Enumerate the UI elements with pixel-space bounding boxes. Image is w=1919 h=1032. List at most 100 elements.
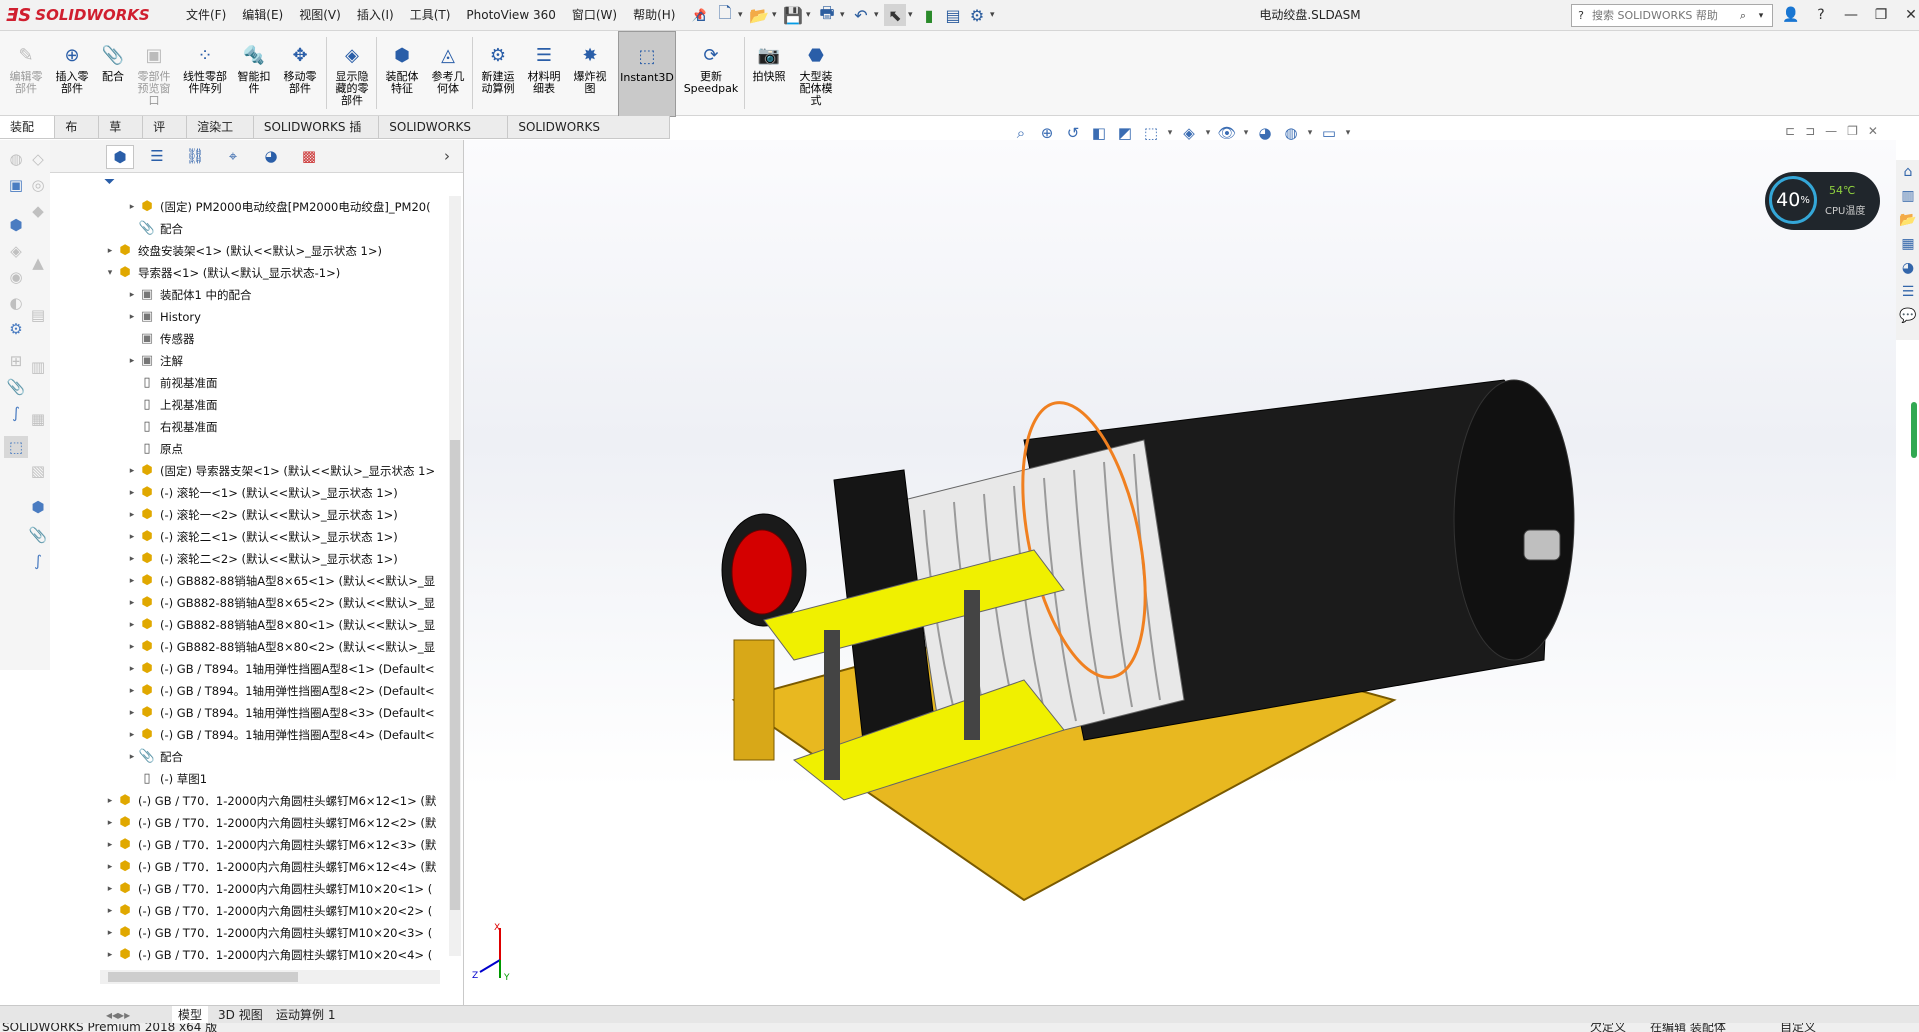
- help-search[interactable]: ? ⌕ ▾: [1571, 4, 1773, 27]
- search-dropdown-icon[interactable]: ▾: [1752, 11, 1770, 21]
- expand-arrow-icon[interactable]: ▸: [104, 834, 116, 856]
- expand-arrow-icon[interactable]: ▸: [126, 680, 138, 702]
- undo-dropdown-icon[interactable]: ▾: [874, 10, 882, 20]
- strip-icon-6[interactable]: ◐: [4, 292, 28, 314]
- options-dropdown-icon[interactable]: ▾: [990, 10, 998, 20]
- strip-icon-7[interactable]: ⚙: [4, 318, 28, 340]
- undo-icon[interactable]: ↶: [850, 4, 872, 26]
- cam-tab-icon[interactable]: ▩: [296, 145, 322, 167]
- view-settings-dropdown-icon[interactable]: ▾: [1344, 122, 1352, 144]
- tree-item[interactable]: ▸ ▣ 装配体1 中的配合: [126, 284, 449, 306]
- restore-button[interactable]: ❐: [1866, 7, 1896, 23]
- select-icon[interactable]: ⬉: [884, 4, 906, 26]
- apply-scene-icon[interactable]: ◍: [1280, 122, 1302, 144]
- expand-arrow-icon[interactable]: ▸: [126, 592, 138, 614]
- tab-scroll-arrows-icon[interactable]: ◂◂▸▸: [100, 1006, 136, 1024]
- expand-arrow-icon[interactable]: ▸: [126, 350, 138, 372]
- menu-tools[interactable]: 工具(T): [402, 0, 459, 30]
- view-orientation-icon[interactable]: ⬚: [1140, 122, 1162, 144]
- print-dropdown-icon[interactable]: ▾: [840, 10, 848, 20]
- tree-item[interactable]: ▸ ⬢ (-) 滚轮一<1> (默认<<默认>_显示状态 1>): [126, 482, 449, 504]
- viewport-split-icon[interactable]: ⊏: [1785, 124, 1795, 138]
- tree-item[interactable]: ▸ ⬢ (-) GB / T70．1-2000内六角圆柱头螺钉M6×12<3> (默: [104, 834, 449, 856]
- feature-tree-tab-icon[interactable]: ⬢: [106, 145, 134, 169]
- strip-icon-14[interactable]: ◆: [26, 200, 50, 222]
- expand-arrow-icon[interactable]: ▸: [126, 724, 138, 746]
- scene-dropdown-icon[interactable]: ▾: [1306, 122, 1314, 144]
- expand-arrow-icon[interactable]: ▸: [126, 460, 138, 482]
- expand-arrow-icon[interactable]: ▸: [104, 922, 116, 944]
- expand-arrow-icon[interactable]: ▸: [126, 702, 138, 724]
- strip-icon-21[interactable]: 📎: [26, 524, 50, 546]
- edit-appearance-icon[interactable]: ◕: [1254, 122, 1276, 144]
- component-preview-button[interactable]: ▣ 零部件 预览窗 口: [132, 31, 176, 115]
- tree-item[interactable]: ▸ ⬢ (-) 滚轮一<2> (默认<<默认>_显示状态 1>): [126, 504, 449, 526]
- tree-item[interactable]: ▸ ⬢ (-) GB / T70．1-2000内六角圆柱头螺钉M10×20<4> (: [104, 944, 449, 966]
- expand-arrow-icon[interactable]: ▸: [104, 878, 116, 900]
- new-motion-study-button[interactable]: ⚙ 新建运 动算例: [476, 31, 520, 115]
- panel-expand-icon[interactable]: ›: [434, 145, 460, 167]
- tree-item[interactable]: ▸ ⬢ (-) GB / T894。1轴用弹性挡圈A型8<1> (Default<: [126, 658, 449, 680]
- tree-item[interactable]: ▸ ⬢ (-) GB882-88销轴A型8×65<2> (默认<<默认>_显: [126, 592, 449, 614]
- insert-component-button[interactable]: ⊕ 插入零 部件: [50, 31, 94, 115]
- tree-item[interactable]: ▸ ▣ History: [126, 306, 449, 328]
- tree-item[interactable]: ▸ ⬢ (-) GB882-88销轴A型8×80<2> (默认<<默认>_显: [126, 636, 449, 658]
- strip-icon-9[interactable]: 📎: [4, 376, 28, 398]
- dynamic-annotation-icon[interactable]: ◩: [1114, 122, 1136, 144]
- home-icon[interactable]: ⌂: [690, 4, 712, 26]
- smart-fasteners-button[interactable]: 🔩 智能扣 件: [234, 31, 274, 115]
- open-icon[interactable]: 📂: [748, 4, 770, 26]
- tree-horizontal-scroll-thumb[interactable]: [108, 972, 298, 982]
- view-palette-icon[interactable]: ▦: [1898, 234, 1918, 254]
- tab-evaluate[interactable]: 评估: [143, 116, 188, 156]
- expand-arrow-icon[interactable]: ▸: [126, 636, 138, 658]
- expand-arrow-icon[interactable]: ▸: [126, 306, 138, 328]
- save-dropdown-icon[interactable]: ▾: [806, 10, 814, 20]
- tab-inspection[interactable]: SOLIDWORKS Inspection: [508, 116, 670, 156]
- strip-icon-2[interactable]: ▣: [4, 174, 28, 196]
- tab-3d-views[interactable]: 3D 视图: [212, 1006, 269, 1024]
- expand-arrow-icon[interactable]: ▸: [104, 240, 116, 262]
- tree-item[interactable]: ▸ ⬢ (-) GB / T70．1-2000内六角圆柱头螺钉M10×20<2> (: [104, 900, 449, 922]
- tab-model[interactable]: 模型: [172, 1006, 209, 1024]
- open-dropdown-icon[interactable]: ▾: [772, 10, 780, 20]
- display-manager-tab-icon[interactable]: ◕: [258, 145, 284, 167]
- tree-item[interactable]: ▸ 📎 配合: [126, 746, 449, 768]
- menu-window[interactable]: 窗口(W): [564, 0, 625, 30]
- save-icon[interactable]: 💾: [782, 4, 804, 26]
- tree-item[interactable]: ▸ ⬢ (-) 滚轮二<1> (默认<<默认>_显示状态 1>): [126, 526, 449, 548]
- tree-item[interactable]: ▸ ⬢ (固定) 导索器支架<1> (默认<<默认>_显示状态 1>: [126, 460, 449, 482]
- bom-button[interactable]: ☰ 材料明 细表: [522, 31, 566, 115]
- snapshot-button[interactable]: 📷 拍快照: [748, 31, 790, 115]
- tree-item[interactable]: ▸ ⬢ (-) GB / T70．1-2000内六角圆柱头螺钉M10×20<3> (: [104, 922, 449, 944]
- solidworks-resources-icon[interactable]: ⌂: [1898, 162, 1918, 182]
- zoom-to-area-icon[interactable]: ⊕: [1036, 122, 1058, 144]
- expand-arrow-icon[interactable]: ▸: [126, 482, 138, 504]
- search-icon[interactable]: ⌕: [1734, 9, 1752, 23]
- tab-motion-study-1[interactable]: 运动算例 1: [270, 1006, 341, 1024]
- assembly-model[interactable]: [464, 140, 1896, 1004]
- task-pane-scroll-indicator[interactable]: [1911, 402, 1917, 458]
- tree-item[interactable]: ▸ ⬢ (-) GB / T70．1-2000内六角圆柱头螺钉M6×12<2> (默: [104, 812, 449, 834]
- new-document-icon[interactable]: 🗋: [714, 3, 736, 26]
- collapse-arrow-icon[interactable]: ▾: [104, 262, 116, 284]
- file-explorer-icon[interactable]: 📂: [1898, 210, 1918, 230]
- strip-icon-17[interactable]: ▥: [26, 356, 50, 378]
- print-icon[interactable]: 🖶: [816, 3, 838, 26]
- tab-layout[interactable]: 布局: [55, 116, 100, 156]
- expand-arrow-icon[interactable]: ▸: [126, 570, 138, 592]
- section-view-icon[interactable]: ◧: [1088, 122, 1110, 144]
- tree-item[interactable]: ▸ ▣ 注解: [126, 350, 449, 372]
- instant3d-button[interactable]: ⬚ Instant3D: [618, 31, 676, 117]
- minimize-button[interactable]: —: [1836, 7, 1866, 23]
- rebuild-icon[interactable]: ▮: [918, 4, 940, 26]
- edit-component-button[interactable]: ✎ 编辑零 部件: [4, 31, 48, 115]
- forum-icon[interactable]: 💬: [1898, 306, 1918, 326]
- strip-icon-10[interactable]: ∫: [4, 402, 28, 424]
- large-assembly-mode-button[interactable]: ⬣ 大型装 配体模 式: [792, 31, 840, 115]
- expand-arrow-icon[interactable]: ▸: [104, 812, 116, 834]
- strip-icon-3[interactable]: ⬢: [4, 214, 28, 236]
- tree-item[interactable]: ▯ 右视基准面: [126, 416, 449, 438]
- strip-icon-13[interactable]: ◎: [26, 174, 50, 196]
- strip-icon-18[interactable]: ▦: [26, 408, 50, 430]
